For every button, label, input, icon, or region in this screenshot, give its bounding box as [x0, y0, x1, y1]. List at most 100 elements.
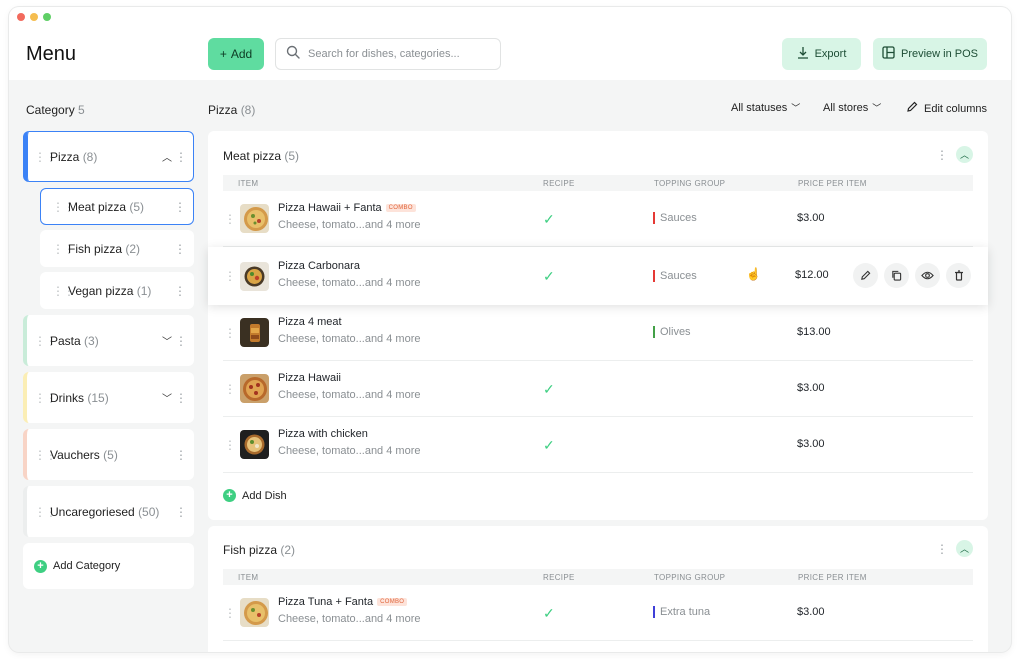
dish-image	[240, 374, 269, 403]
table-row[interactable]: ⋮⋮ Pizza 4 meat Cheese, tomato...and 4 m…	[223, 305, 973, 361]
add-category-button[interactable]: + Add Category	[23, 543, 194, 589]
preview-in-pos-button[interactable]: Preview in POS	[873, 38, 987, 70]
subcategory-vegan-pizza[interactable]: ⋮⋮ Vegan pizza (1) ⋮	[40, 272, 194, 309]
close-window-dot[interactable]	[17, 13, 25, 21]
drag-handle-icon[interactable]: ⋮⋮	[224, 606, 247, 620]
trash-icon[interactable]	[946, 263, 971, 288]
drag-handle-icon[interactable]: ⋮⋮	[224, 438, 247, 452]
check-icon: ✓	[543, 605, 555, 621]
more-icon[interactable]: ⋮	[174, 391, 188, 405]
chevron-up-icon[interactable]: ︿	[160, 149, 174, 164]
more-icon[interactable]: ⋮	[173, 200, 187, 214]
drag-handle-icon[interactable]: ⋮⋮	[52, 284, 75, 298]
category-item-count: (3)	[84, 333, 99, 348]
subcategory-name: Vegan pizza	[68, 283, 134, 298]
subcategory-fish-pizza[interactable]: ⋮⋮ Fish pizza (2) ⋮	[40, 230, 194, 267]
dish-info: Pizza Hawaii + Fanta COMBO Cheese, tomato…	[278, 202, 420, 231]
more-icon[interactable]: ⋮	[174, 505, 188, 519]
section-meat-pizza: Meat pizza (5) ⋮ ︿ ITEM RECIPE TOPPING G…	[208, 131, 988, 520]
category-drinks[interactable]: ⋮⋮ Drinks (15) ﹀ ⋮	[23, 372, 194, 423]
more-icon[interactable]: ⋮	[174, 150, 188, 164]
drag-handle-icon[interactable]: ⋮⋮	[34, 391, 57, 405]
eye-icon[interactable]	[915, 263, 940, 288]
export-button[interactable]: Export	[782, 38, 861, 70]
table-row[interactable]: ⋮⋮ Pizza Hawaii + Fanta COMBO Cheese, tom…	[223, 191, 973, 247]
combo-badge: COMBO	[377, 598, 408, 606]
top-bar: Menu + Add Export Preview in POS	[9, 7, 1011, 80]
subcategory-name: Fish pizza	[68, 241, 123, 256]
add-category-label: Add Category	[53, 560, 121, 572]
chevron-down-icon: ﹀	[872, 103, 882, 113]
table-row[interactable]: ⋮⋮ Pizza with chicken Cheese, tomato...a…	[223, 417, 973, 473]
chevron-down-icon[interactable]: ﹀	[160, 333, 174, 348]
export-label: Export	[814, 48, 847, 60]
search-box[interactable]	[275, 38, 501, 70]
category-pizza[interactable]: ⋮⋮ Pizza (8) ︿ ⋮	[23, 131, 194, 182]
search-input[interactable]	[308, 48, 478, 60]
store-filter-label: All stores	[823, 101, 869, 114]
topping-group: Olives	[653, 326, 691, 338]
column-header-topping: TOPPING GROUP	[654, 573, 726, 582]
drag-handle-icon[interactable]: ⋮⋮	[52, 242, 75, 256]
more-icon[interactable]: ⋮	[173, 242, 187, 256]
dish-price: $3.00	[797, 438, 825, 450]
category-name: Drinks	[50, 390, 85, 405]
add-dish-button[interactable]: + Add Dish	[223, 489, 287, 502]
drag-handle-icon[interactable]: ⋮⋮	[224, 382, 247, 396]
column-header-recipe: RECIPE	[543, 573, 575, 582]
category-vauchers[interactable]: ⋮⋮ Vauchers (5) ⋮	[23, 429, 194, 480]
maximize-window-dot[interactable]	[43, 13, 51, 21]
subcategory-count: (1)	[136, 283, 152, 298]
drag-handle-icon[interactable]: ⋮⋮	[34, 334, 57, 348]
dish-name: Pizza Hawaii + Fanta	[278, 202, 382, 214]
more-icon[interactable]: ⋮	[174, 334, 188, 348]
table-row-hovered[interactable]: ⋮⋮ Pizza Carbonara Cheese, tomato...and …	[208, 247, 988, 305]
category-uncategorised[interactable]: ⋮⋮ Uncaregoriesed (50) ⋮	[23, 486, 194, 537]
add-button[interactable]: + Add	[208, 38, 264, 70]
copy-icon[interactable]	[884, 263, 909, 288]
dish-price: $3.00	[797, 606, 825, 618]
subcategory-count: (5)	[129, 199, 145, 214]
minimize-window-dot[interactable]	[30, 13, 38, 21]
edit-icon[interactable]	[853, 263, 878, 288]
drag-handle-icon[interactable]: ⋮⋮	[34, 505, 57, 519]
more-icon[interactable]: ⋮	[173, 284, 187, 298]
dish-name: Pizza with chicken	[278, 428, 368, 440]
more-icon[interactable]: ⋮	[174, 448, 188, 462]
column-header-item: ITEM	[238, 179, 259, 188]
more-icon[interactable]: ⋮	[936, 542, 948, 556]
dish-description: Cheese, tomato...and 4 more	[278, 445, 421, 457]
drag-handle-icon[interactable]: ⋮⋮	[224, 269, 247, 283]
status-filter-label: All statuses	[731, 101, 788, 114]
row-actions	[853, 263, 971, 288]
drag-handle-icon[interactable]: ⋮⋮	[52, 200, 75, 214]
chevron-up-icon[interactable]: ︿	[956, 540, 973, 557]
status-filter[interactable]: All statuses ﹀	[731, 101, 800, 114]
dish-name: Pizza Carbonara	[278, 260, 360, 272]
dish-image	[240, 430, 269, 459]
layout-icon	[882, 46, 895, 62]
dish-info: Pizza Carbonara Cheese, tomato...and 4 m…	[278, 260, 420, 289]
category-pasta[interactable]: ⋮⋮ Pasta (3) ﹀ ⋮	[23, 315, 194, 366]
section-name: Fish pizza	[223, 543, 278, 557]
app-window: Menu + Add Export Preview in POS Categor…	[9, 7, 1011, 652]
dish-description: Cheese, tomato...and 4 more	[278, 219, 421, 231]
store-filter[interactable]: All stores ﹀	[823, 101, 881, 114]
drag-handle-icon[interactable]: ⋮⋮	[224, 212, 247, 226]
chevron-down-icon[interactable]: ﹀	[160, 390, 174, 405]
subcategory-meat-pizza[interactable]: ⋮⋮ Meat pizza (5) ⋮	[40, 188, 194, 225]
category-title: Category	[26, 103, 75, 117]
dish-info: Pizza Tuna + Fanta COMBO Cheese, tomato..…	[278, 596, 420, 625]
search-icon	[286, 45, 300, 64]
dish-image	[240, 262, 269, 291]
drag-handle-icon[interactable]: ⋮⋮	[34, 150, 57, 164]
chevron-up-icon[interactable]: ︿	[956, 146, 973, 163]
category-item-count: (15)	[87, 390, 109, 405]
table-row[interactable]: ⋮⋮ Pizza Tuna + Fanta COMBO Cheese, tomat…	[223, 585, 973, 641]
table-row[interactable]: ⋮⋮ Pizza Hawaii Cheese, tomato...and 4 m…	[223, 361, 973, 417]
drag-handle-icon[interactable]: ⋮⋮	[224, 326, 247, 340]
edit-columns-button[interactable]: Edit columns	[906, 101, 987, 116]
dish-info: Pizza with chicken Cheese, tomato...and …	[278, 428, 420, 457]
more-icon[interactable]: ⋮	[936, 148, 948, 162]
drag-handle-icon[interactable]: ⋮⋮	[34, 448, 57, 462]
